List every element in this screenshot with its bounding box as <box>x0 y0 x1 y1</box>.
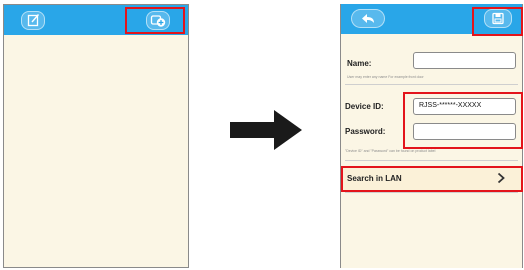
back-button[interactable] <box>351 9 385 28</box>
divider <box>345 160 518 161</box>
back-arrow-icon <box>362 14 374 23</box>
edit-icon <box>27 14 40 27</box>
device-id-label: Device ID: <box>345 102 384 111</box>
name-hint: User may enter any name For example:fron… <box>347 75 424 79</box>
add-device-screen: Name: User may enter any name For exampl… <box>340 4 523 268</box>
device-list-screen <box>3 4 189 268</box>
save-icon <box>492 12 504 25</box>
divider <box>345 192 518 193</box>
search-in-lan-label: Search in LAN <box>347 174 402 183</box>
add-device-icon <box>150 15 166 27</box>
chevron-right-icon <box>497 172 505 184</box>
add-device-toolbar <box>341 4 522 34</box>
device-id-input[interactable]: RJSS-******-XXXXX <box>413 98 516 115</box>
password-label: Password: <box>345 127 386 136</box>
name-label: Name: <box>347 59 372 68</box>
credentials-hint: "Device ID" and "Password" can be found … <box>345 149 436 153</box>
name-input[interactable] <box>413 52 516 69</box>
edit-button[interactable] <box>21 11 45 30</box>
password-input[interactable] <box>413 123 516 140</box>
save-button[interactable] <box>484 9 512 28</box>
search-in-lan-row[interactable]: Search in LAN <box>341 166 522 191</box>
add-device-button[interactable] <box>146 11 170 30</box>
divider <box>345 84 518 85</box>
right-arrow-icon <box>230 110 302 150</box>
device-list-toolbar <box>4 5 188 35</box>
